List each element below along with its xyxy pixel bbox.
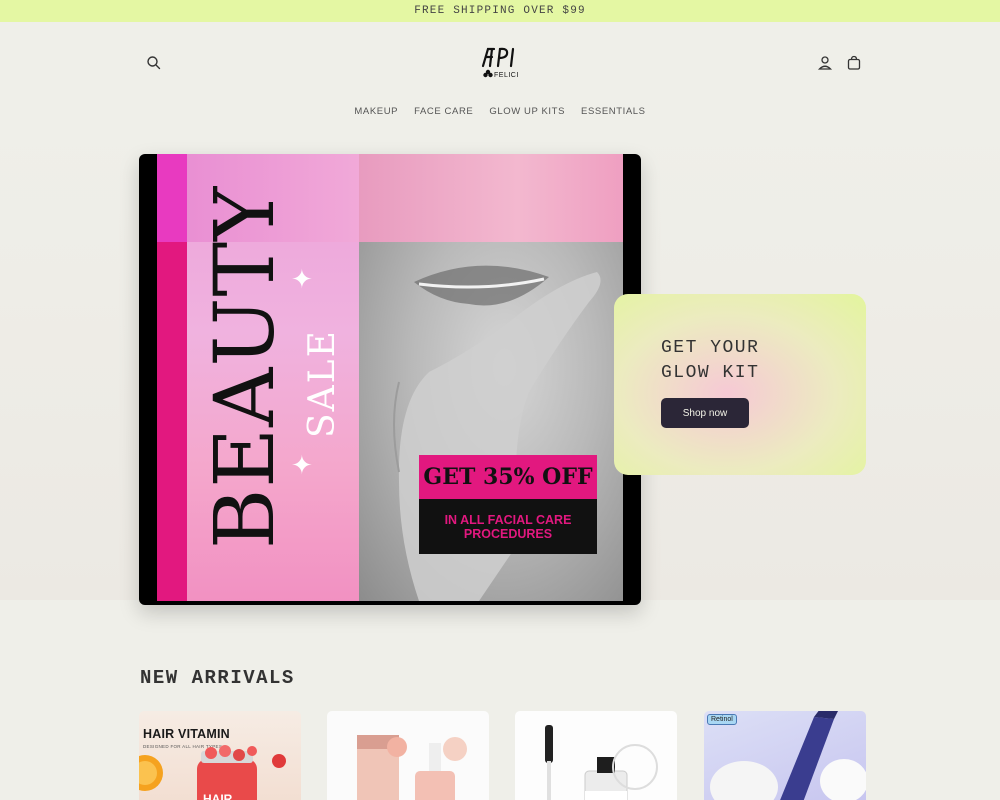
banner-artwork: BEAUTY SALE ✦ ✦ GET 35% OFF IN ALL FACIA…	[157, 154, 623, 601]
product-card-hair-vitamin[interactable]: HAIR VITAMIN DESIGNED FOR ALL HAIR TYPES…	[139, 711, 301, 800]
nav-item-glow-up-kits[interactable]: GLOW UP KITS	[489, 106, 565, 117]
promo-title-line2: GLOW KIT	[661, 363, 760, 383]
banner-offer-detail: IN ALL FACIAL CARE PROCEDURES	[419, 499, 597, 554]
announcement-text: FREE SHIPPING OVER $99	[414, 5, 586, 17]
promo-title-line1: GET YOUR	[661, 338, 760, 358]
search-icon[interactable]	[145, 54, 163, 72]
banner-stripe-top	[157, 154, 187, 242]
svg-text:FELICI: FELICI	[494, 72, 519, 79]
banner-photo-face	[359, 154, 623, 242]
banner-headline: BEAUTY	[198, 185, 293, 549]
banner-offer: GET 35% OFF	[419, 455, 597, 499]
banner-subheadline: SALE	[302, 329, 343, 438]
nav-item-face-care[interactable]: FACE CARE	[414, 106, 473, 117]
product-image: HAIR	[139, 745, 286, 800]
bag-icon[interactable]	[845, 54, 863, 72]
new-arrivals-title: NEW ARRIVALS	[140, 667, 295, 689]
shop-now-button[interactable]: Shop now	[661, 398, 749, 428]
svg-text:HAIR: HAIR	[203, 792, 233, 800]
product-image	[545, 725, 658, 800]
main-nav: MAKEUP FACE CARE GLOW UP KITS ESSENTIALS	[0, 106, 1000, 117]
promo-title: GET YOUR GLOW KIT	[661, 336, 841, 386]
sparkle-icon: ✦	[291, 450, 313, 480]
product-card-retinol[interactable]: Retinol	[704, 711, 866, 800]
product-image	[710, 711, 866, 800]
hero-banner-image[interactable]: BEAUTY SALE ✦ ✦ GET 35% OFF IN ALL FACIA…	[139, 154, 641, 605]
brand-logo[interactable]: FELICI	[480, 46, 526, 80]
announcement-bar: FREE SHIPPING OVER $99	[0, 0, 1000, 22]
product-card-dropper[interactable]	[515, 711, 677, 800]
user-icon[interactable]	[816, 54, 834, 72]
promo-card: GET YOUR GLOW KIT Shop now	[614, 294, 866, 475]
product-image	[357, 735, 467, 800]
nav-item-makeup[interactable]: MAKEUP	[354, 106, 398, 117]
nav-item-essentials[interactable]: ESSENTIALS	[581, 106, 646, 117]
product-card-serum[interactable]	[327, 711, 489, 800]
sparkle-icon: ✦	[291, 264, 313, 294]
